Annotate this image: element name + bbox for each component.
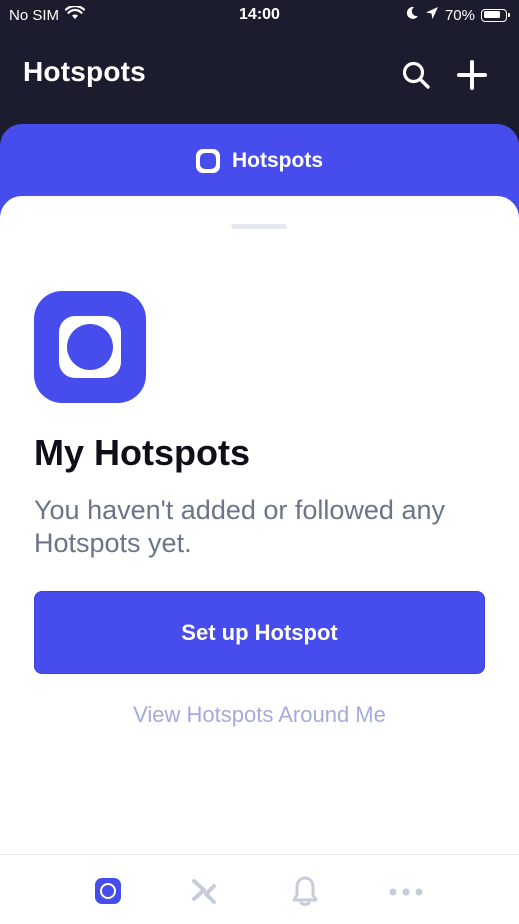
moon-icon xyxy=(405,6,419,24)
bottom-tab-bar xyxy=(0,854,519,924)
status-right: 70% xyxy=(405,6,510,24)
setup-hotspot-button[interactable]: Set up Hotspot xyxy=(34,591,485,674)
page-title: Hotspots xyxy=(23,56,146,87)
add-button[interactable] xyxy=(455,59,489,96)
battery-icon xyxy=(481,8,510,22)
hotspot-icon-inner xyxy=(59,316,121,378)
status-bar: No SIM 14:00 70% xyxy=(0,0,519,32)
tab-hotspots[interactable]: Hotspots xyxy=(0,146,519,176)
hotspot-icon xyxy=(196,149,220,173)
hotspot-icon xyxy=(34,291,146,403)
empty-state-description: You haven't added or followed any Hotspo… xyxy=(34,495,445,558)
tab-hotspots-label: Hotspots xyxy=(232,149,323,172)
search-icon xyxy=(401,60,431,95)
view-hotspots-around-me-link[interactable]: View Hotspots Around Me xyxy=(0,702,519,728)
my-hotspots-card: My Hotspots You haven't added or followe… xyxy=(0,196,519,924)
more-icon xyxy=(388,884,424,902)
drag-handle[interactable] xyxy=(231,224,287,229)
hotspot-icon xyxy=(93,876,123,911)
plus-icon xyxy=(456,59,488,96)
location-arrow-icon xyxy=(425,6,439,24)
header-actions xyxy=(399,59,489,96)
tab-notifications-nav[interactable] xyxy=(285,873,325,913)
battery-percent: 70% xyxy=(444,6,475,24)
tab-hotspots-nav[interactable] xyxy=(88,873,128,913)
bell-icon xyxy=(290,875,320,912)
transfer-icon xyxy=(189,876,219,911)
search-button[interactable] xyxy=(399,60,433,94)
tab-transfer-nav[interactable] xyxy=(184,873,224,913)
empty-state-title: My Hotspots xyxy=(34,432,250,473)
tab-more-nav[interactable] xyxy=(386,873,426,913)
